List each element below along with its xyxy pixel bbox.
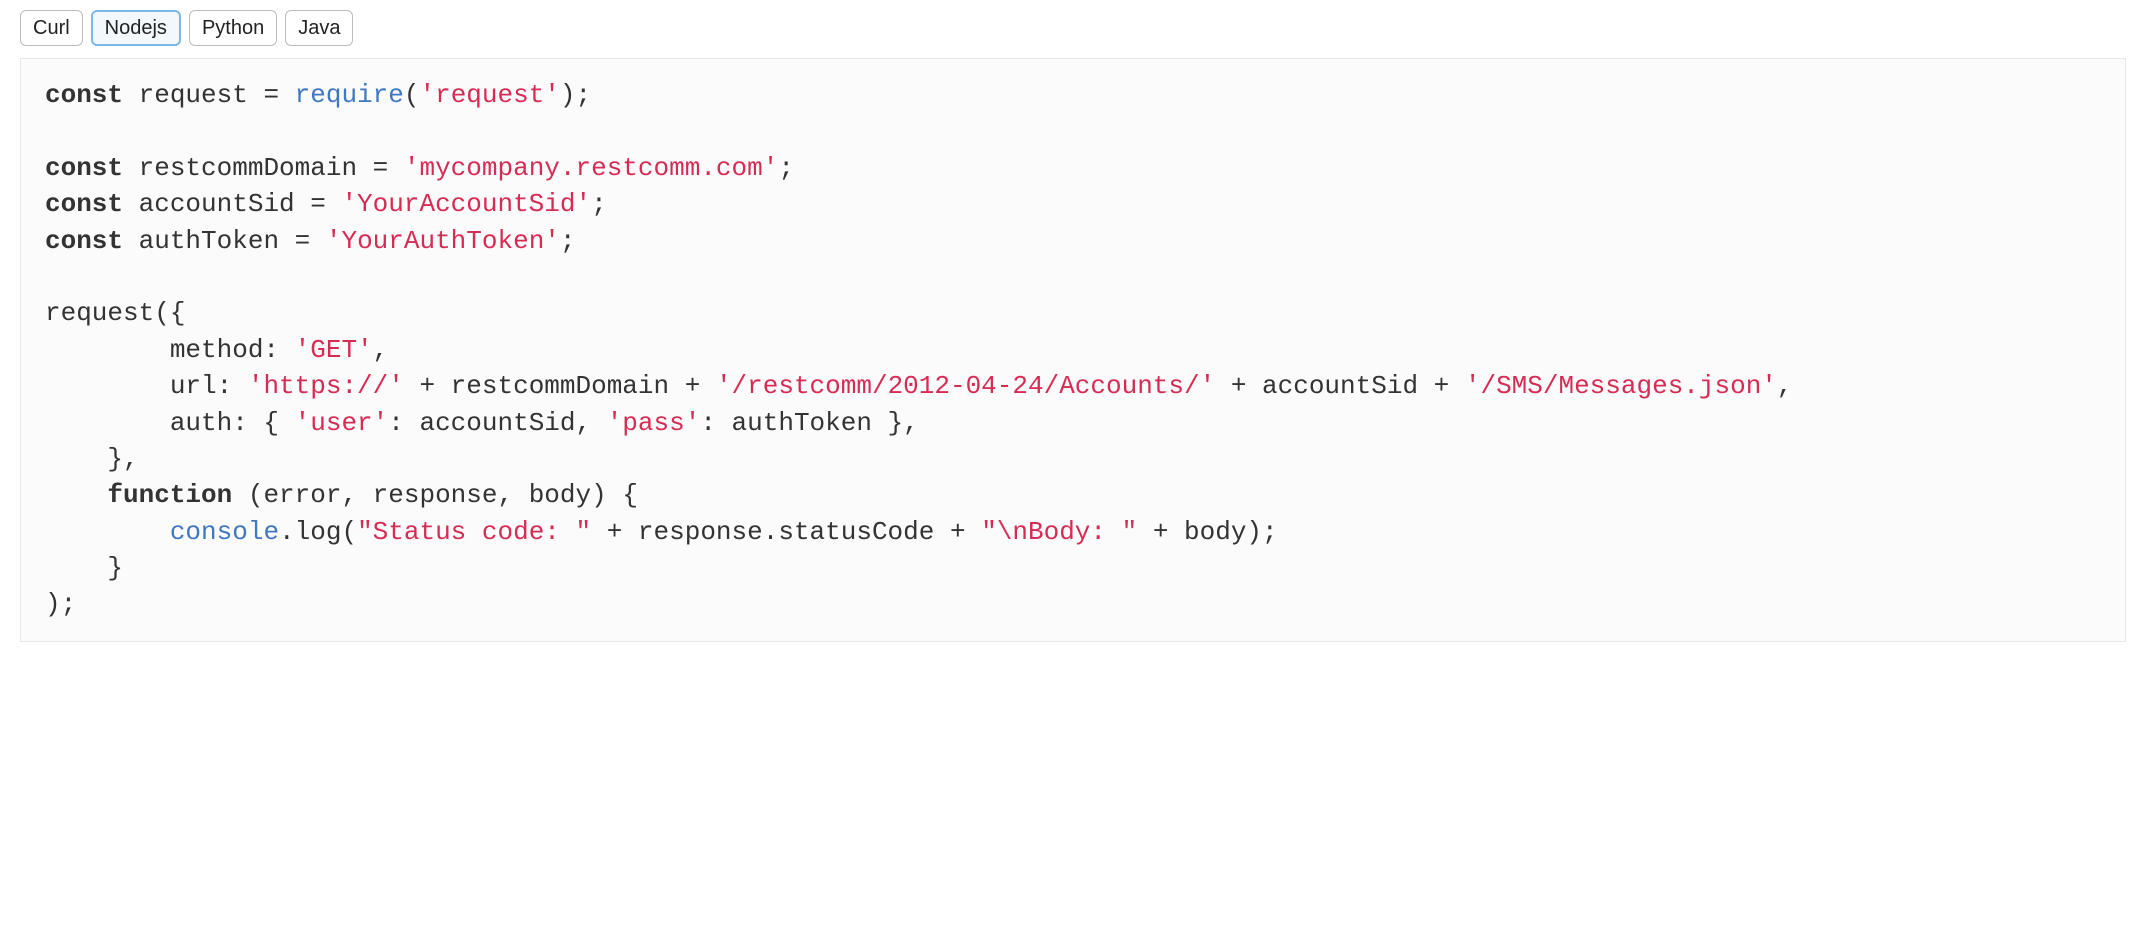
code-token: ( — [404, 80, 420, 110]
code-token: (error, response, body) { — [232, 480, 638, 510]
tab-nodejs[interactable]: Nodejs — [91, 10, 181, 46]
code-token: request({ — [45, 298, 185, 328]
code-token: } — [45, 553, 123, 583]
code-token — [45, 517, 170, 547]
code-token: + restcommDomain + — [404, 371, 716, 401]
code-token: const — [45, 189, 123, 219]
code-token: : accountSid, — [388, 408, 606, 438]
code-token: ); — [560, 80, 591, 110]
code-token: require — [295, 80, 404, 110]
code-token: function — [107, 480, 232, 510]
code-token: + accountSid + — [1215, 371, 1465, 401]
code-token: : authToken }, — [700, 408, 918, 438]
code-token: "\nBody: " — [981, 517, 1137, 547]
code-token: ); — [45, 589, 76, 619]
code-token: accountSid = — [123, 189, 341, 219]
code-token: , — [1777, 371, 1793, 401]
code-token: console — [170, 517, 279, 547]
code-token: , — [373, 335, 389, 365]
code-token: .log( — [279, 517, 357, 547]
code-token: 'pass' — [607, 408, 701, 438]
code-token: 'request' — [419, 80, 559, 110]
code-token: const — [45, 226, 123, 256]
code-token: auth: { — [45, 408, 295, 438]
code-token: '/SMS/Messages.json' — [1465, 371, 1777, 401]
code-sample[interactable]: const request = require('request'); cons… — [20, 58, 2126, 642]
code-token: ; — [591, 189, 607, 219]
tab-java[interactable]: Java — [285, 10, 353, 46]
language-tabs: Curl Nodejs Python Java — [20, 10, 2126, 46]
code-token: restcommDomain = — [123, 153, 404, 183]
tab-python[interactable]: Python — [189, 10, 277, 46]
code-token: 'https://' — [248, 371, 404, 401]
code-token: method: — [45, 335, 295, 365]
code-token: 'mycompany.restcomm.com' — [404, 153, 778, 183]
code-token: }, — [45, 444, 139, 474]
code-token: 'GET' — [295, 335, 373, 365]
code-token: const — [45, 153, 123, 183]
code-token: 'YourAuthToken' — [326, 226, 560, 256]
code-token: 'user' — [295, 408, 389, 438]
code-token: "Status code: " — [357, 517, 591, 547]
code-token: 'YourAccountSid' — [341, 189, 591, 219]
code-token: '/restcomm/2012-04-24/Accounts/' — [716, 371, 1215, 401]
code-token: + response.statusCode + — [591, 517, 981, 547]
code-token: url: — [45, 371, 248, 401]
code-token: + body); — [1137, 517, 1277, 547]
code-token: const — [45, 80, 123, 110]
code-token: ; — [778, 153, 794, 183]
tab-curl[interactable]: Curl — [20, 10, 83, 46]
code-token: request = — [123, 80, 295, 110]
code-token: ; — [560, 226, 576, 256]
code-token — [45, 480, 107, 510]
code-token: authToken = — [123, 226, 326, 256]
